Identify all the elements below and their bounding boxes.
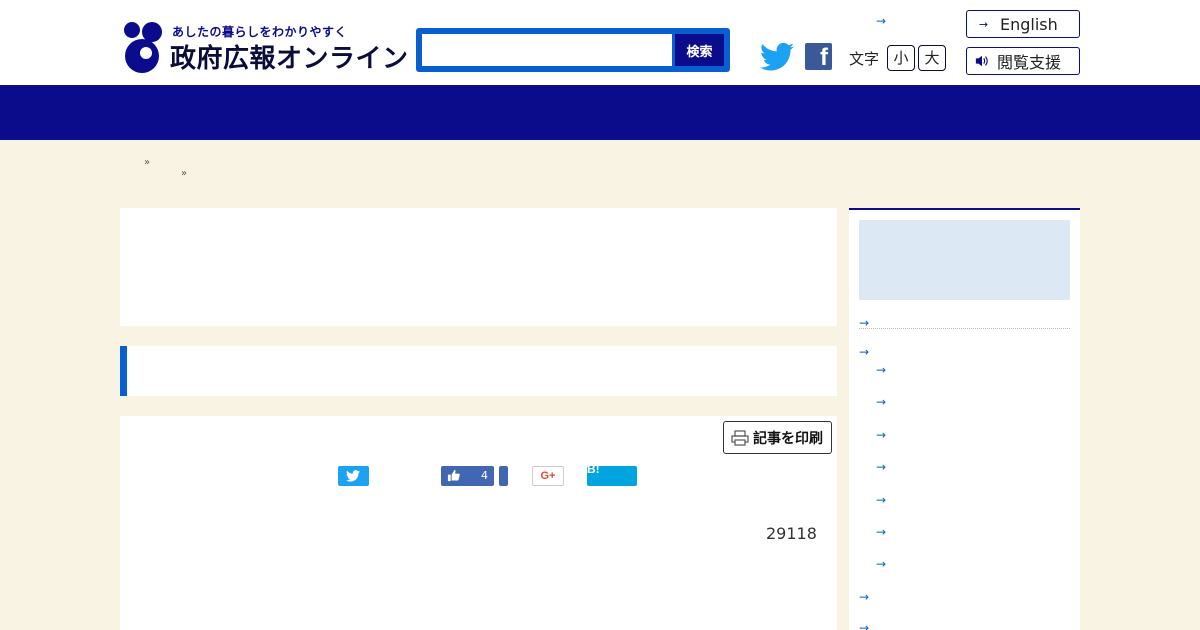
- print-button-label: 記事を印刷: [753, 430, 823, 447]
- hatena-label: B!: [587, 462, 600, 476]
- facebook-like-button[interactable]: 4: [441, 466, 494, 486]
- article-body-panel: 記事を印刷 4 G+ B! 29118: [120, 416, 837, 630]
- sidebar-subitem-arrow-icon[interactable]: →: [876, 525, 886, 539]
- search-button[interactable]: 検索: [675, 34, 724, 66]
- sidebar-arrow-icon[interactable]: →: [859, 345, 869, 359]
- english-button-label: English: [1000, 14, 1058, 34]
- site-logo[interactable]: あしたの暮らしをわかりやすく 政府広報オンライン: [120, 20, 408, 76]
- breadcrumb-separator: »: [181, 168, 188, 179]
- tweet-share-button[interactable]: [338, 466, 369, 486]
- arrow-right-icon: →: [978, 17, 989, 31]
- sidebar-subitem-arrow-icon[interactable]: →: [876, 460, 886, 474]
- font-size-small-button[interactable]: 小: [887, 45, 915, 71]
- sidebar-subitem-arrow-icon[interactable]: →: [876, 493, 886, 507]
- font-size-large-button[interactable]: 大: [918, 45, 946, 71]
- hatena-bookmark-button[interactable]: B!: [587, 462, 637, 486]
- facebook-glyph: f: [820, 44, 828, 71]
- printer-icon: [731, 429, 749, 446]
- accessibility-button-label: 閲覧支援: [997, 53, 1062, 72]
- sidebar-divider: [859, 328, 1070, 329]
- sidebar-banner[interactable]: [859, 220, 1070, 300]
- sidebar-subitem-arrow-icon[interactable]: →: [876, 363, 886, 377]
- site-header: あしたの暮らしをわかりやすく 政府広報オンライン 検索 f 文字 小 大 → →…: [0, 0, 1200, 85]
- sidebar-arrow-icon[interactable]: →: [859, 621, 869, 630]
- facebook-share-button[interactable]: [499, 466, 508, 486]
- google-plus-share-button[interactable]: G+: [532, 466, 564, 486]
- article-heading-panel: [120, 346, 837, 396]
- search-input[interactable]: [422, 34, 672, 66]
- sidebar-subitem-arrow-icon[interactable]: →: [876, 395, 886, 409]
- article-title-panel: [120, 208, 837, 326]
- sidebar: → → → → → → → → → → →: [849, 208, 1080, 630]
- sidebar-subitem-arrow-icon[interactable]: →: [876, 428, 886, 442]
- global-nav-bar: [0, 85, 1200, 140]
- thumbs-up-icon: [447, 469, 460, 482]
- sidebar-arrow-icon[interactable]: →: [859, 590, 869, 604]
- sidebar-subitem-arrow-icon[interactable]: →: [876, 557, 886, 571]
- logo-mark-icon: [124, 22, 162, 73]
- breadcrumb-separator: »: [144, 157, 151, 168]
- article-view-count: 29118: [766, 524, 817, 543]
- speaker-icon: [975, 55, 988, 67]
- print-article-button[interactable]: 記事を印刷: [723, 421, 832, 454]
- search-box: 検索: [416, 28, 730, 72]
- accessibility-button[interactable]: 閲覧支援: [966, 47, 1080, 75]
- logo-title: 政府広報オンライン: [170, 44, 409, 74]
- arrow-right-icon[interactable]: →: [876, 14, 886, 28]
- font-size-label: 文字: [849, 50, 880, 68]
- facebook-icon[interactable]: f: [805, 43, 832, 71]
- twitter-icon[interactable]: [760, 42, 794, 72]
- english-button[interactable]: → English: [966, 10, 1080, 38]
- twitter-icon: [346, 470, 360, 482]
- like-count: 4: [481, 469, 488, 482]
